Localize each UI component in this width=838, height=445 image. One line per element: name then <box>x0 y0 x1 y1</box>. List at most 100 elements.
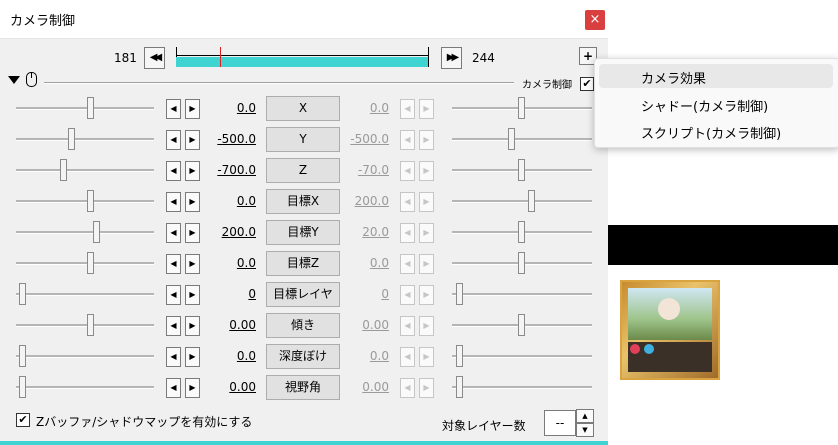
left-slider-knob[interactable] <box>87 97 94 119</box>
right-slider-knob[interactable] <box>508 128 515 150</box>
zbuffer-label: Zバッファ/シャドウマップを有効にする <box>36 415 253 429</box>
right-increment-icon: ▶ <box>419 192 434 212</box>
left-decrement-icon[interactable]: ◀ <box>166 130 181 150</box>
right-increment-icon: ▶ <box>419 161 434 181</box>
param-row: ◀ ▶ 200.0 目標Y 20.0 ◀ ▶ <box>0 217 608 247</box>
card-image <box>620 280 720 380</box>
prev-frame-button[interactable]: ◀◀ <box>144 47 165 69</box>
left-value[interactable]: 0.00 <box>196 380 256 394</box>
left-decrement-icon[interactable]: ◀ <box>166 347 181 367</box>
next-frame-button[interactable]: ▶▶ <box>441 47 462 69</box>
param-row: ◀ ▶ 0 目標レイヤ 0 ◀ ▶ <box>0 279 608 309</box>
target-layers-input[interactable]: -- <box>544 410 576 436</box>
left-slider-track[interactable] <box>16 262 154 265</box>
left-value[interactable]: 0.0 <box>196 349 256 363</box>
param-row: ◀ ▶ 0.00 視野角 0.00 ◀ ▶ <box>0 372 608 402</box>
right-increment-icon: ▶ <box>419 378 434 398</box>
left-slider-track[interactable] <box>16 169 154 172</box>
right-slider-knob[interactable] <box>528 190 535 212</box>
right-increment-icon: ▶ <box>419 130 434 150</box>
left-slider-knob[interactable] <box>60 159 67 181</box>
left-decrement-icon[interactable]: ◀ <box>166 378 181 398</box>
right-decrement-icon: ◀ <box>400 254 415 274</box>
left-decrement-icon[interactable]: ◀ <box>166 192 181 212</box>
left-decrement-icon[interactable]: ◀ <box>166 316 181 336</box>
left-slider-track[interactable] <box>16 324 154 327</box>
zbuffer-checkbox[interactable]: ✔ <box>16 413 30 427</box>
preview-black-band <box>608 225 838 265</box>
left-slider-knob[interactable] <box>19 376 26 398</box>
left-value[interactable]: 0.0 <box>196 101 256 115</box>
close-button[interactable]: × <box>585 10 605 30</box>
left-slider-knob[interactable] <box>87 190 94 212</box>
right-slider-track[interactable] <box>452 200 592 203</box>
camera-control-label: カメラ制御 <box>522 80 572 91</box>
param-row: ◀ ▶ 0.00 傾き 0.00 ◀ ▶ <box>0 310 608 340</box>
left-slider-track[interactable] <box>16 200 154 203</box>
left-slider-track[interactable] <box>16 107 154 110</box>
left-decrement-icon[interactable]: ◀ <box>166 254 181 274</box>
left-slider-knob[interactable] <box>87 314 94 336</box>
right-value: 0.0 <box>369 349 389 363</box>
right-increment-icon: ▶ <box>419 347 434 367</box>
left-decrement-icon[interactable]: ◀ <box>166 161 181 181</box>
camera-control-checkbox[interactable]: ✔ <box>580 77 594 91</box>
left-slider-knob[interactable] <box>87 252 94 274</box>
left-value[interactable]: 0.00 <box>196 318 256 332</box>
left-slider-knob[interactable] <box>19 283 26 305</box>
param-row: ◀ ▶ 0.0 目標X 200.0 ◀ ▶ <box>0 186 608 216</box>
right-slider-knob[interactable] <box>456 283 463 305</box>
menu-item-camera-effect[interactable]: カメラ効果 <box>641 68 706 87</box>
right-slider-track[interactable] <box>452 138 592 141</box>
left-value[interactable]: -500.0 <box>196 132 256 146</box>
left-slider-track[interactable] <box>16 138 154 141</box>
current-frame-marker[interactable] <box>220 47 221 67</box>
left-decrement-icon[interactable]: ◀ <box>166 223 181 243</box>
right-slider-knob[interactable] <box>518 314 525 336</box>
left-slider-track[interactable] <box>16 386 154 389</box>
right-slider-track[interactable] <box>452 293 592 296</box>
right-increment-icon: ▶ <box>419 285 434 305</box>
param-row: ◀ ▶ 0.0 深度ぼけ 0.0 ◀ ▶ <box>0 341 608 371</box>
right-slider-track[interactable] <box>452 355 592 358</box>
left-slider-knob[interactable] <box>19 345 26 367</box>
left-value[interactable]: -700.0 <box>196 163 256 177</box>
left-decrement-icon[interactable]: ◀ <box>166 99 181 119</box>
bottom-bar: ✔ Zバッファ/シャドウマップを有効にする 対象レイヤー数 -- ▲ ▼ <box>0 405 608 445</box>
left-slider-knob[interactable] <box>93 221 100 243</box>
right-slider-knob[interactable] <box>456 345 463 367</box>
right-slider-knob[interactable] <box>518 252 525 274</box>
left-slider-track[interactable] <box>16 293 154 296</box>
menu-highlight <box>599 64 833 88</box>
frame-track[interactable] <box>176 47 429 67</box>
right-increment-icon: ▶ <box>419 99 434 119</box>
left-value[interactable]: 0.0 <box>196 256 256 270</box>
menu-item-script[interactable]: スクリプト(カメラ制御) <box>641 123 781 142</box>
right-slider-knob[interactable] <box>518 221 525 243</box>
target-layers-label: 対象レイヤー数 <box>442 419 526 433</box>
right-decrement-icon: ◀ <box>400 316 415 336</box>
right-slider-knob[interactable] <box>456 376 463 398</box>
right-decrement-icon: ◀ <box>400 99 415 119</box>
menu-item-shadow[interactable]: シャドー(カメラ制御) <box>641 96 768 115</box>
left-slider-track[interactable] <box>16 355 154 358</box>
left-value[interactable]: 0.0 <box>196 194 256 208</box>
right-increment-icon: ▶ <box>419 254 434 274</box>
right-value: 20.0 <box>362 225 389 239</box>
left-slider-knob[interactable] <box>68 128 75 150</box>
spin-down-icon[interactable]: ▼ <box>576 423 594 437</box>
right-slider-knob[interactable] <box>518 97 525 119</box>
right-slider-track[interactable] <box>452 386 592 389</box>
right-value: 0.0 <box>369 101 389 115</box>
right-value: 0.00 <box>362 318 389 332</box>
right-increment-icon: ▶ <box>419 223 434 243</box>
frame-range-bar <box>176 57 429 67</box>
spin-up-icon[interactable]: ▲ <box>576 409 594 423</box>
left-slider-track[interactable] <box>16 231 154 234</box>
left-decrement-icon[interactable]: ◀ <box>166 285 181 305</box>
collapse-triangle-icon[interactable] <box>8 76 20 84</box>
right-slider-knob[interactable] <box>518 159 525 181</box>
left-value[interactable]: 0 <box>196 287 256 301</box>
bottom-accent-strip <box>0 441 608 445</box>
left-value[interactable]: 200.0 <box>196 225 256 239</box>
